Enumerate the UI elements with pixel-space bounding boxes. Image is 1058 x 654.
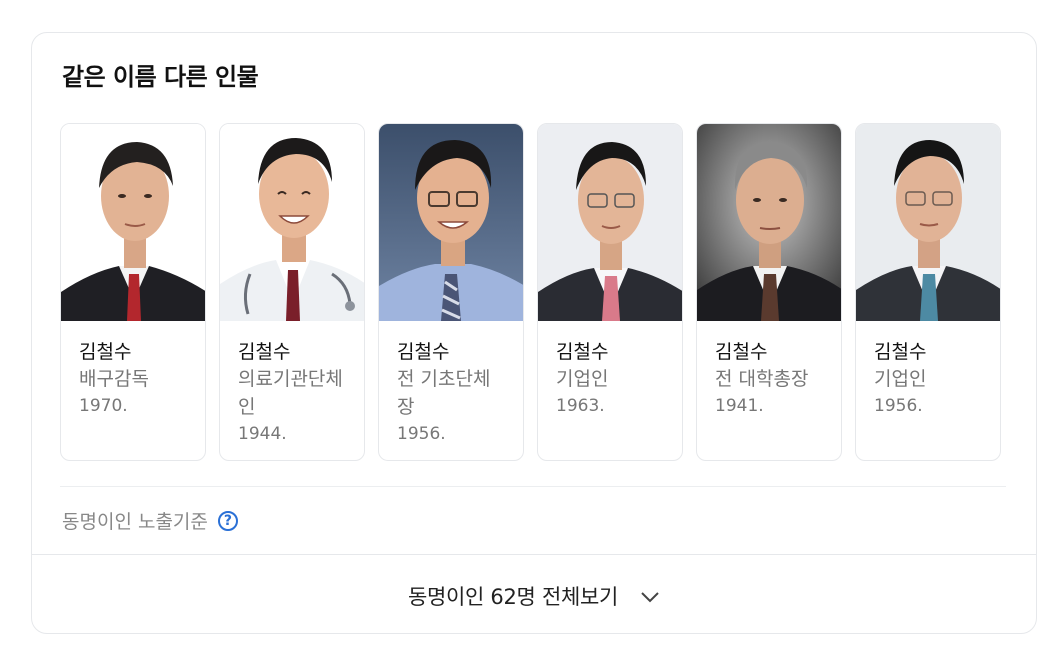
same-name-people-card: 같은 이름 다른 인물 김철수 배구감독 1970. 김철수 의료기관단체인 1… [31,32,1037,634]
person-occupation: 배구감독 [79,368,149,390]
section-title: 같은 이름 다른 인물 [62,63,259,91]
person-photo [856,124,1000,321]
person-birth-year: 1963. [556,396,605,416]
person-card[interactable]: 김철수 기업인 1956. [855,123,1001,461]
person-name: 김철수 [874,341,927,363]
person-occupation: 기업인 [556,368,609,390]
person-occupation: 의료기관단체인 [238,368,343,418]
person-card[interactable]: 김철수 의료기관단체인 1944. [219,123,365,461]
person-card[interactable]: 김철수 배구감독 1970. [60,123,206,461]
question-circle-icon[interactable]: ? [217,510,238,531]
person-photo [379,124,523,321]
view-all-label: 동명이인 62명 전체보기 [407,584,619,609]
person-name: 김철수 [79,341,132,363]
chevron-down-icon [640,588,660,607]
person-birth-year: 1956. [874,396,923,416]
person-card[interactable]: 김철수 전 기초단체장 1956. [378,123,524,461]
person-birth-year: 1941. [715,396,764,416]
person-photo [220,124,364,321]
person-birth-year: 1956. [397,424,446,444]
person-birth-year: 1970. [79,396,128,416]
people-list: 김철수 배구감독 1970. 김철수 의료기관단체인 1944. 김철수 전 기… [60,123,1001,461]
person-occupation: 전 대학총장 [715,368,809,390]
view-all-button[interactable]: 동명이인 62명 전체보기 [32,554,1036,633]
person-birth-year: 1944. [238,424,287,444]
person-name: 김철수 [715,341,768,363]
person-card[interactable]: 김철수 전 대학총장 1941. [696,123,842,461]
person-occupation: 기업인 [874,368,927,390]
criteria-link[interactable]: 동명이인 노출기준 ? [62,507,238,534]
person-photo [538,124,682,321]
person-occupation: 전 기초단체장 [397,368,491,418]
person-photo [61,124,205,321]
person-name: 김철수 [397,341,450,363]
divider [60,486,1006,487]
criteria-label: 동명이인 노출기준 [62,511,208,533]
person-photo [697,124,841,321]
person-name: 김철수 [556,341,609,363]
person-card[interactable]: 김철수 기업인 1963. [537,123,683,461]
person-name: 김철수 [238,341,291,363]
